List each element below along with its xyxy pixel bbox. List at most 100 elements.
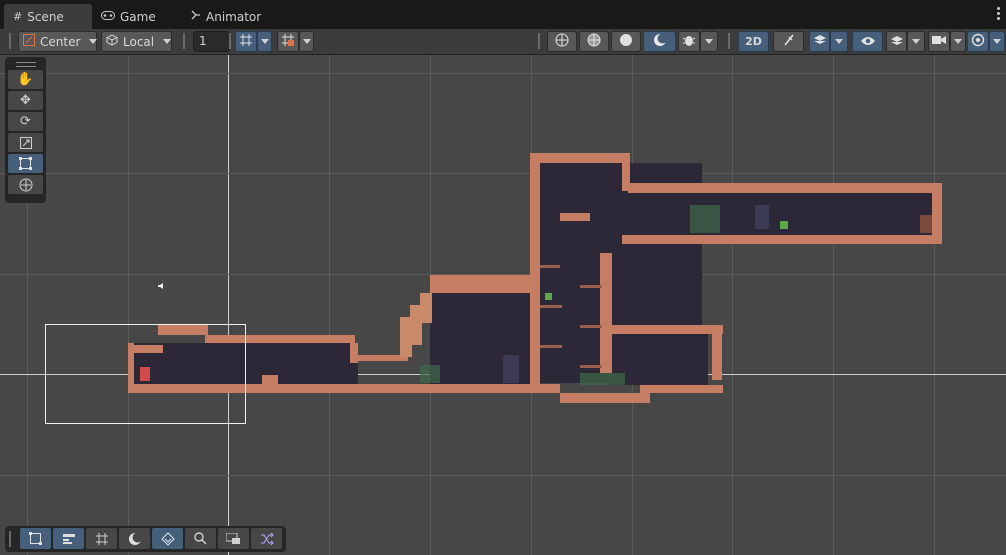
tools-overlay: ✋ ✥ ⟳ xyxy=(5,57,46,203)
layers-dropdown[interactable] xyxy=(907,31,925,52)
toolbar-grip[interactable] xyxy=(229,33,231,49)
camera-button[interactable] xyxy=(928,31,950,52)
tab-bar: # Scene Game Animator xyxy=(0,0,1006,29)
grid-size-field[interactable]: 1 xyxy=(193,31,230,52)
gamepad-icon xyxy=(101,10,115,23)
tab-scene[interactable]: # Scene xyxy=(4,4,92,29)
effects-dropdown[interactable] xyxy=(830,31,848,52)
toolbar-grip[interactable] xyxy=(9,33,11,49)
unlit-icon xyxy=(653,33,667,50)
gizmos-dropdown[interactable] xyxy=(989,31,1005,52)
chevron-down-icon xyxy=(302,39,311,44)
pivot-mode-label: Center xyxy=(40,34,81,49)
scene-viewport[interactable] xyxy=(0,55,1006,555)
increment-snap-button[interactable] xyxy=(277,31,299,52)
rect-overlay-icon[interactable] xyxy=(20,528,51,549)
overlay-grip[interactable] xyxy=(9,531,11,547)
chevron-down-icon xyxy=(993,39,1001,44)
door-sprite xyxy=(755,205,769,229)
chevron-down-icon xyxy=(705,39,713,44)
effects-icon xyxy=(813,33,827,50)
wireframe-icon xyxy=(555,33,569,50)
animator-icon xyxy=(191,10,201,23)
debug-draw-dropdown[interactable] xyxy=(700,31,718,52)
grid-line xyxy=(0,173,1006,174)
tab-animator[interactable]: Animator xyxy=(182,4,272,29)
lighting-toggle-button[interactable] xyxy=(773,31,804,52)
hand-tool-icon[interactable]: ✋ xyxy=(8,70,43,89)
unlit-button[interactable] xyxy=(643,31,676,52)
pivot-icon xyxy=(23,34,35,49)
rotate-tool-icon[interactable]: ⟳ xyxy=(8,112,43,131)
toolbar-grip[interactable] xyxy=(728,33,730,49)
wireframe-button[interactable] xyxy=(547,31,577,52)
eye-icon xyxy=(860,35,876,49)
tab-label: Scene xyxy=(27,9,64,24)
grid-overlay-icon[interactable] xyxy=(86,528,117,549)
gizmos-button[interactable] xyxy=(967,31,989,52)
pivot-rotation-dropdown[interactable]: Local xyxy=(101,31,172,52)
shaded-button[interactable] xyxy=(611,31,641,52)
move-tool-icon[interactable]: ✥ xyxy=(8,91,43,110)
enemy-sprite[interactable] xyxy=(545,293,552,300)
increment-snap-dropdown[interactable] xyxy=(299,31,314,52)
tilemap-overlay-toolbar xyxy=(5,526,286,552)
chevron-down-icon xyxy=(835,39,843,44)
chevron-down-icon xyxy=(260,39,269,44)
grid-line xyxy=(934,55,935,555)
grid-line xyxy=(833,55,834,555)
pivot-mode-dropdown[interactable]: Center xyxy=(18,31,98,52)
grid-line xyxy=(0,73,1006,74)
door-sprite xyxy=(920,215,932,233)
shuffle-overlay-icon[interactable] xyxy=(251,528,282,549)
chevron-down-icon xyxy=(954,39,962,44)
tab-label: Animator xyxy=(206,9,262,24)
scene-toolbar: Center Local 1 2D xyxy=(0,29,1006,55)
gizmos-icon xyxy=(971,33,985,50)
bug-icon xyxy=(682,33,696,50)
shaded-wireframe-icon xyxy=(587,33,601,50)
shaded-icon xyxy=(619,33,633,50)
transform-tool-icon[interactable] xyxy=(8,175,43,194)
search-icon[interactable] xyxy=(185,528,216,549)
pivot-rotation-label: Local xyxy=(123,34,155,49)
grid-line xyxy=(0,475,1006,476)
tab-game[interactable]: Game xyxy=(92,4,180,29)
toolbar-grip[interactable] xyxy=(183,33,185,49)
tile-palette-icon[interactable] xyxy=(53,528,84,549)
chevron-down-icon xyxy=(163,39,172,44)
chevron-down-icon xyxy=(912,39,920,44)
camera-dropdown[interactable] xyxy=(950,31,966,52)
camera-preview-icon[interactable] xyxy=(218,528,249,549)
door-sprite xyxy=(503,355,519,383)
shading-overlay-icon[interactable] xyxy=(119,528,150,549)
grid-snap-button[interactable] xyxy=(235,31,257,52)
layers-icon xyxy=(890,33,904,50)
enemy-sprite[interactable] xyxy=(780,221,788,229)
tilemap-overlay-icon[interactable] xyxy=(152,528,183,549)
camera-bounds[interactable] xyxy=(45,324,246,424)
effects-button[interactable] xyxy=(809,31,830,52)
tab-label: Game xyxy=(120,9,156,24)
shaded-wireframe-button[interactable] xyxy=(579,31,609,52)
grid-snap-dropdown[interactable] xyxy=(257,31,272,52)
rect-tool-icon[interactable] xyxy=(8,154,43,173)
overlay-handle[interactable] xyxy=(8,60,43,68)
grid-axis-line xyxy=(228,55,229,555)
grid-line xyxy=(329,55,330,555)
scene-visibility-button[interactable] xyxy=(852,31,883,52)
grid-line xyxy=(732,55,733,555)
toolbar-grip[interactable] xyxy=(538,33,540,49)
scale-tool-icon[interactable] xyxy=(8,133,43,152)
cube-icon xyxy=(106,34,118,49)
debug-draw-button[interactable] xyxy=(678,31,700,52)
camera-icon xyxy=(932,34,946,49)
audio-icon[interactable] xyxy=(157,279,165,293)
layers-button[interactable] xyxy=(886,31,907,52)
more-options-icon[interactable] xyxy=(996,7,1000,20)
grid-snap-icon xyxy=(239,33,253,50)
grid-line xyxy=(128,55,129,555)
2d-mode-button[interactable]: 2D xyxy=(738,31,769,52)
increment-snap-icon xyxy=(281,33,295,50)
chevron-down-icon xyxy=(89,39,98,44)
